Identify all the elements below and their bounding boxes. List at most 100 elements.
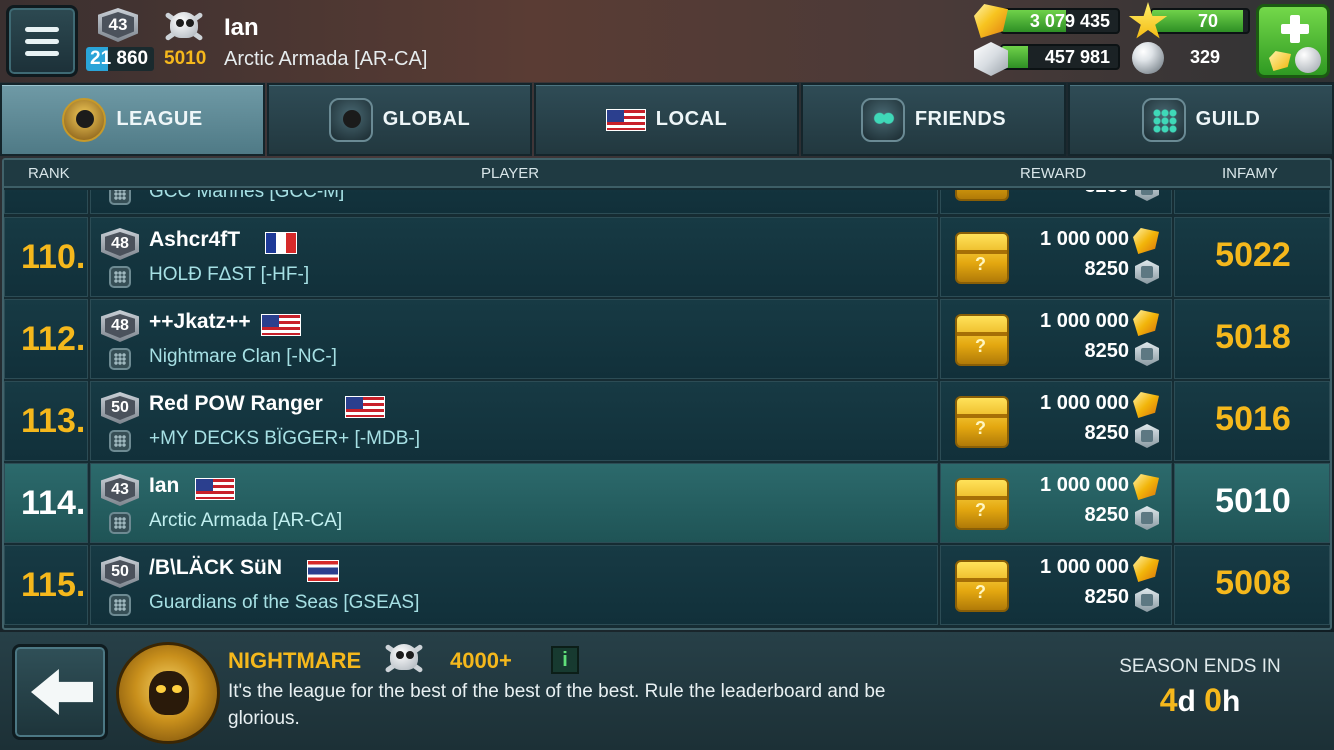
table-row[interactable]: 112. 48 ++Jkatz++ Nightmare Clan [-NC-] …: [4, 299, 1330, 381]
silver-token-icon: [1135, 260, 1159, 284]
tab-label: GUILD: [1195, 108, 1261, 130]
top-bar: 43 21 860 5010 Ian Arctic Armada [AR-CA]…: [0, 0, 1334, 82]
silver-bar[interactable]: 457 981: [1000, 44, 1120, 70]
player-name[interactable]: Ashcr4fT: [149, 228, 240, 252]
us-flag-icon: [195, 478, 235, 500]
player-name[interactable]: ++Jkatz++: [149, 310, 251, 334]
us-flag-icon: [345, 396, 385, 418]
guild-badge-icon: [109, 190, 131, 205]
silver-token-icon: [1135, 588, 1159, 612]
reward-silver: 8250: [1084, 258, 1130, 280]
table-header: RANK PLAYER REWARD INFAMY: [4, 160, 1330, 188]
friends-icon: [860, 97, 905, 142]
guild-icon: [1141, 97, 1186, 142]
player-name[interactable]: Ian: [224, 14, 259, 42]
season-countdown: 4d 0h: [1100, 682, 1300, 719]
gold-bar[interactable]: 3 079 435: [1000, 8, 1120, 34]
us-flag-icon: [261, 314, 301, 336]
player-guild[interactable]: HOLĐ FΔST [-HF-]: [149, 264, 309, 286]
player-level-badge: 48: [101, 310, 139, 342]
player-name[interactable]: /B\LÄCK SüN: [149, 556, 282, 580]
tab-guild[interactable]: GUILD: [1068, 83, 1334, 156]
player-name[interactable]: Red POW Ranger: [149, 392, 323, 416]
table-row[interactable]: 113. 50 Red POW Ranger +MY DECKS BÏGGER+…: [4, 381, 1330, 463]
reward-chest-icon: [955, 232, 1009, 284]
player-guild[interactable]: Guardians of the Seas [GSEAS]: [149, 592, 419, 614]
xp-counter: 21 860: [86, 47, 154, 71]
reward-chest-icon: [955, 560, 1009, 612]
nightmare-league-emblem-icon: [116, 642, 220, 744]
reward-gold: 1 000 000: [1040, 474, 1129, 496]
back-arrow-icon: [31, 669, 93, 715]
silver-value: 457 981: [1044, 47, 1110, 67]
player-level-value: 43: [102, 12, 134, 38]
infamy-skull-icon: [160, 6, 206, 46]
gold-gem-icon: [1133, 228, 1159, 254]
table-row-partial[interactable]: GCC Marines [GCC-M] 8250: [4, 190, 1330, 216]
infamy-value: 5016: [1215, 400, 1291, 438]
tab-global[interactable]: GLOBAL: [267, 83, 532, 156]
player-guild[interactable]: Arctic Armada [AR-CA]: [149, 510, 342, 532]
league-info-bar: NIGHTMARE 4000+ i It's the league for th…: [0, 632, 1334, 750]
silver-token-icon: [1135, 424, 1159, 448]
gold-value: 3 079 435: [1029, 11, 1110, 31]
guild-badge-icon: [109, 348, 131, 370]
reward-gold: 1 000 000: [1040, 310, 1129, 332]
player-guild[interactable]: Nightmare Clan [-NC-]: [149, 346, 337, 368]
rank-number: 114.: [21, 484, 86, 522]
reward-silver: 8250: [1084, 422, 1130, 444]
info-button[interactable]: i: [551, 646, 579, 674]
table-row[interactable]: 110. 48 Ashcr4fT HOLĐ FΔST [-HF-] 1 000 …: [4, 217, 1330, 299]
column-rank: RANK: [28, 165, 70, 182]
player-name[interactable]: Ian: [149, 474, 179, 498]
player-level-badge: 43: [101, 474, 139, 506]
table-rows[interactable]: GCC Marines [GCC-M] 8250 110. 48 Ashcr4f…: [4, 190, 1330, 628]
shop-gem-icon: [1269, 51, 1291, 71]
silver-token-icon: [1135, 506, 1159, 530]
fr-flag-icon: [265, 232, 297, 254]
season-hours: 0: [1204, 682, 1222, 718]
season-days-unit: d: [1177, 685, 1196, 718]
stars-value: 70: [1197, 11, 1218, 31]
reward-chest-icon: [955, 396, 1009, 448]
player-level-badge: 50: [101, 392, 139, 424]
tab-label: GLOBAL: [382, 108, 471, 130]
back-button[interactable]: [12, 644, 108, 740]
player-level-badge: 48: [101, 228, 139, 260]
shop-plus-button[interactable]: [1256, 4, 1330, 78]
infamy-value: 5008: [1215, 564, 1291, 602]
infamy-skull-icon: [380, 638, 426, 678]
guild-badge-icon: [109, 512, 131, 534]
column-player: PLAYER: [481, 165, 540, 182]
silver-token-icon: [1135, 190, 1159, 201]
tab-friends[interactable]: FRIENDS: [801, 83, 1066, 156]
guild-badge-icon: [109, 430, 131, 452]
league-name: NIGHTMARE: [228, 648, 362, 673]
xp-value: 21 860: [90, 48, 149, 69]
menu-icon-line: [25, 26, 59, 32]
th-flag-icon: [307, 560, 339, 582]
player-guild[interactable]: Arctic Armada [AR-CA]: [224, 48, 427, 71]
menu-icon-line: [25, 38, 59, 44]
pearl-icon: [1132, 42, 1164, 74]
reward-chest-icon: [955, 478, 1009, 530]
reward-gold: 1 000 000: [1040, 392, 1129, 414]
menu-button[interactable]: [6, 5, 78, 77]
table-row-current-player[interactable]: 114. 43 Ian Arctic Armada [AR-CA] 1 000 …: [4, 463, 1330, 545]
reward-silver: 8250: [1084, 586, 1130, 608]
stars-bar[interactable]: 70: [1150, 8, 1250, 34]
player-infamy: 5010: [164, 48, 207, 69]
table-row[interactable]: 115. 50 /B\LÄCK SüN Guardians of the Sea…: [4, 545, 1330, 627]
leaderboard-table[interactable]: RANK PLAYER REWARD INFAMY GCC Marines [G…: [2, 158, 1332, 630]
reward-chest-icon: [955, 314, 1009, 366]
player-guild: GCC Marines [GCC-M]: [149, 190, 345, 202]
player-guild[interactable]: +MY DECKS BÏGGER+ [-MDB-]: [149, 428, 420, 450]
season-hours-unit: h: [1221, 685, 1241, 718]
tab-league[interactable]: LEAGUE: [0, 83, 265, 156]
tab-local[interactable]: LOCAL: [534, 83, 799, 156]
reward-silver: 8250: [1084, 340, 1130, 362]
reward-silver: 8250: [1084, 504, 1130, 526]
league-emblem-icon: [62, 97, 107, 142]
league-min-infamy: 4000+: [450, 648, 512, 673]
reward-gold: 1 000 000: [1040, 228, 1129, 250]
